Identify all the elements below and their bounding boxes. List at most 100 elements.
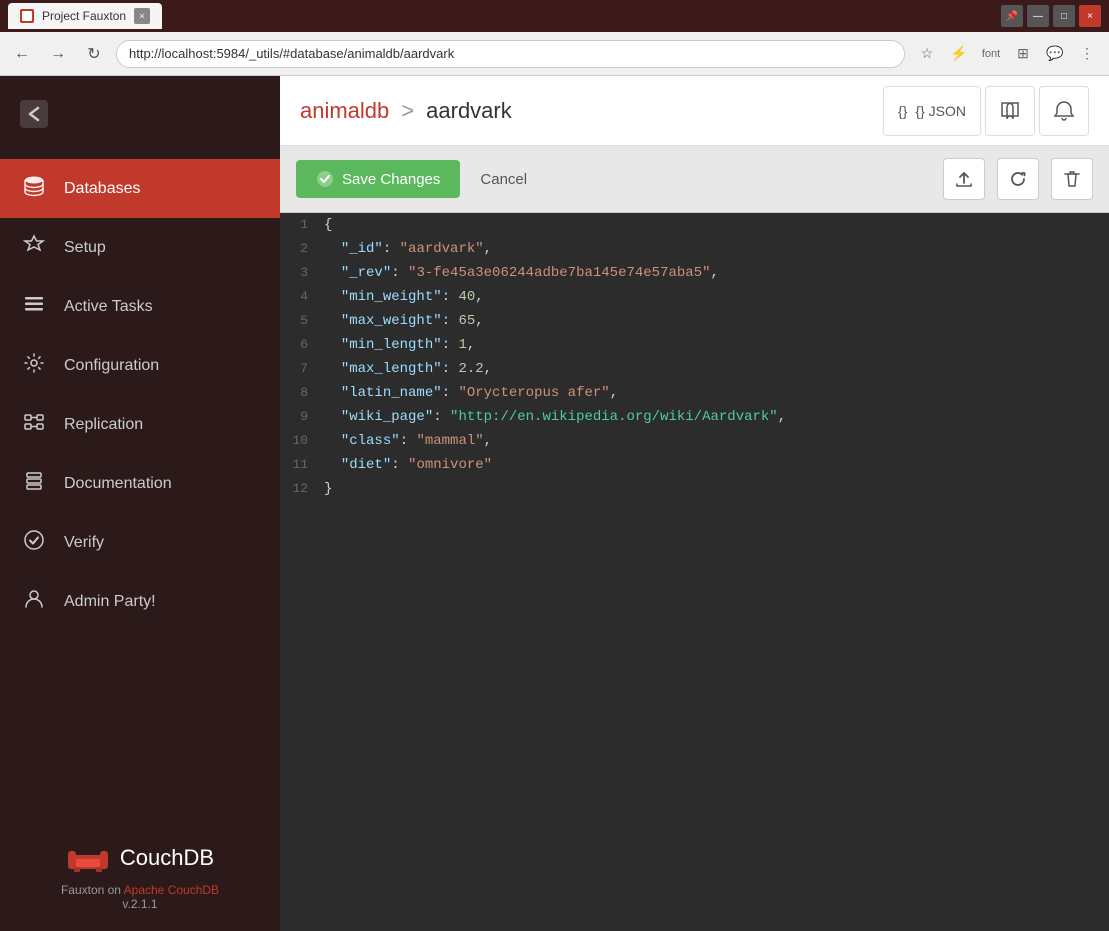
json-brace-icon: {} — [898, 103, 907, 119]
code-line: 12} — [280, 477, 1109, 501]
line-number: 4 — [280, 285, 324, 309]
couchdb-logo: CouchDB — [20, 843, 260, 873]
sidebar-item-setup-label: Setup — [64, 239, 106, 257]
code-line: 8 "latin_name": "Orycteropus afer", — [280, 381, 1109, 405]
window-controls: 📌 — □ × — [1001, 5, 1101, 27]
header-actions: {} {} JSON — [883, 86, 1089, 136]
breadcrumb-document: aardvark — [426, 98, 512, 124]
lightning-icon-button[interactable]: ⚡ — [945, 40, 973, 68]
tab-close-button[interactable]: × — [134, 8, 150, 24]
sidebar-item-documentation[interactable]: Documentation — [0, 454, 280, 513]
code-line: 2 "_id": "aardvark", — [280, 237, 1109, 261]
sidebar-item-admin[interactable]: Admin Party! — [0, 572, 280, 631]
configuration-icon — [20, 352, 48, 379]
verify-icon — [20, 529, 48, 556]
line-content: "max_length": 2.2, — [324, 357, 508, 381]
code-line: 10 "class": "mammal", — [280, 429, 1109, 453]
sidebar-item-documentation-label: Documentation — [64, 475, 172, 493]
titlebar: Project Fauxton × 📌 — □ × — [0, 0, 1109, 32]
addressbar: ← → ↻ ☆ ⚡ font ⊞ 💬 ⋮ — [0, 32, 1109, 76]
sidebar-footer-text: Fauxton on Apache CouchDBv.2.1.1 — [20, 883, 260, 911]
apache-couchdb-link[interactable]: Apache CouchDB — [124, 883, 219, 897]
code-line: 6 "min_length": 1, — [280, 333, 1109, 357]
cancel-button[interactable]: Cancel — [472, 161, 535, 198]
refresh-button[interactable]: ↻ — [80, 40, 108, 68]
sidebar-item-active-tasks[interactable]: Active Tasks — [0, 277, 280, 336]
line-number: 12 — [280, 477, 324, 501]
line-number: 8 — [280, 381, 324, 405]
code-line: 1{ — [280, 213, 1109, 237]
sidebar-back-button[interactable] — [16, 96, 52, 139]
pin-button[interactable]: 📌 — [1001, 5, 1023, 27]
sidebar-footer: CouchDB Fauxton on Apache CouchDBv.2.1.1 — [0, 823, 280, 931]
line-content: "_id": "aardvark", — [324, 237, 508, 261]
line-number: 10 — [280, 429, 324, 453]
upload-button[interactable] — [943, 158, 985, 200]
json-view-button[interactable]: {} {} JSON — [883, 86, 981, 136]
active-tasks-icon — [20, 293, 48, 320]
menu-icon-button[interactable]: ⋮ — [1073, 40, 1101, 68]
sidebar-item-verify[interactable]: Verify — [0, 513, 280, 572]
font-icon-button[interactable]: font — [977, 40, 1005, 68]
forward-button[interactable]: → — [44, 40, 72, 68]
maximize-button[interactable]: □ — [1053, 5, 1075, 27]
address-input[interactable] — [116, 40, 905, 68]
documentation-button[interactable] — [985, 86, 1035, 136]
save-changes-label: Save Changes — [342, 171, 440, 188]
notifications-button[interactable] — [1039, 86, 1089, 136]
code-line: 4 "min_weight": 40, — [280, 285, 1109, 309]
browser-tab[interactable]: Project Fauxton × — [8, 3, 162, 29]
trash-icon — [1062, 169, 1082, 189]
sidebar-item-configuration-label: Configuration — [64, 357, 159, 375]
breadcrumb-database[interactable]: animaldb — [300, 98, 389, 124]
sidebar-item-verify-label: Verify — [64, 534, 104, 552]
code-editor[interactable]: 1{2 "_id": "aardvark",3 "_rev": "3-fe45a… — [280, 213, 1109, 931]
sidebar-header — [0, 76, 280, 159]
code-line: 5 "max_weight": 65, — [280, 309, 1109, 333]
cancel-label: Cancel — [480, 171, 527, 188]
line-content: { — [324, 213, 348, 237]
bell-icon — [1053, 100, 1075, 122]
line-number: 9 — [280, 405, 324, 429]
line-content: "min_weight": 40, — [324, 285, 500, 309]
chat-icon-button[interactable]: 💬 — [1041, 40, 1069, 68]
code-line: 9 "wiki_page": "http://en.wikipedia.org/… — [280, 405, 1109, 429]
line-number: 6 — [280, 333, 324, 357]
line-content: "_rev": "3-fe45a3e06244adbe7ba145e74e57a… — [324, 261, 735, 285]
couchdb-name: CouchDB — [120, 845, 214, 871]
sidebar-item-setup[interactable]: Setup — [0, 218, 280, 277]
extensions-icon-button[interactable]: ⊞ — [1009, 40, 1037, 68]
save-changes-button[interactable]: Save Changes — [296, 160, 460, 198]
sidebar-item-configuration[interactable]: Configuration — [0, 336, 280, 395]
breadcrumb-separator: > — [401, 98, 414, 124]
line-content: "latin_name": "Orycteropus afer", — [324, 381, 634, 405]
replication-icon — [20, 411, 48, 438]
line-content: "min_length": 1, — [324, 333, 491, 357]
close-button[interactable]: × — [1079, 5, 1101, 27]
documentation-icon — [20, 470, 48, 497]
sidebar-item-databases[interactable]: Databases — [0, 159, 280, 218]
content-area: animaldb > aardvark {} {} JSON — [280, 76, 1109, 931]
fauxton-label: Fauxton on — [61, 883, 121, 897]
bookmark-icon-button[interactable]: ☆ — [913, 40, 941, 68]
sidebar-item-databases-label: Databases — [64, 180, 141, 198]
line-content: "wiki_page": "http://en.wikipedia.org/wi… — [324, 405, 802, 429]
delete-button[interactable] — [1051, 158, 1093, 200]
admin-icon — [20, 588, 48, 615]
checkmark-icon — [316, 170, 334, 188]
line-number: 5 — [280, 309, 324, 333]
version-label: v.2.1.1 — [122, 897, 157, 911]
favicon — [20, 9, 34, 23]
minimize-button[interactable]: — — [1027, 5, 1049, 27]
refresh-button[interactable] — [997, 158, 1039, 200]
line-number: 2 — [280, 237, 324, 261]
setup-icon — [20, 234, 48, 261]
toolbar: Save Changes Cancel — [280, 146, 1109, 213]
couchdb-sofa-icon — [66, 843, 110, 873]
back-button[interactable]: ← — [8, 40, 36, 68]
tab-label: Project Fauxton — [42, 9, 126, 23]
json-label: {} JSON — [915, 103, 966, 119]
sidebar-item-replication[interactable]: Replication — [0, 395, 280, 454]
line-number: 7 — [280, 357, 324, 381]
line-content: } — [324, 477, 348, 501]
